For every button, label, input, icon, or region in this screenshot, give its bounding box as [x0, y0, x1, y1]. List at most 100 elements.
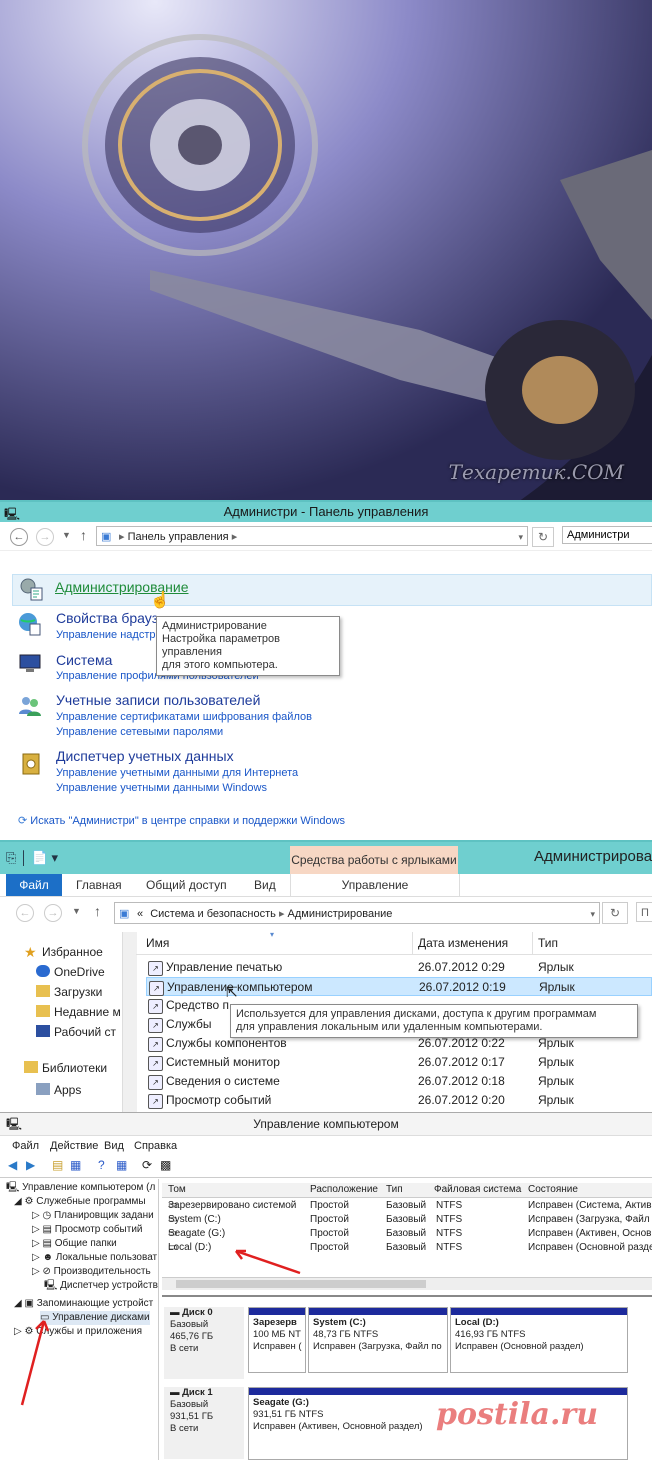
up-arrow-icon[interactable]: ↑ — [80, 527, 87, 543]
shortcut-icon: ↗ — [148, 1094, 163, 1109]
arrow-to-disk-management — [20, 1320, 46, 1406]
nav-downloads[interactable]: Загрузки — [36, 982, 102, 1002]
contextual-tab-header: Средства работы с ярлыками — [290, 846, 458, 874]
search-input[interactable] — [562, 526, 652, 544]
breadcrumb-system-security[interactable]: Система и безопасность — [150, 908, 276, 920]
arrow-to-local-d — [235, 1249, 301, 1275]
history-dropdown-icon[interactable]: ▼ — [72, 906, 81, 916]
address-bar[interactable]: ▣ ▸ Панель управления ▸ ▾ — [96, 526, 528, 546]
cp-item-link[interactable]: Управление сетевыми паролями — [56, 725, 223, 740]
tooltip-line: для управления локальным или удаленным к… — [236, 1021, 543, 1033]
forward-icon[interactable]: → — [36, 528, 54, 546]
libraries-icon — [24, 1061, 38, 1073]
cp-item-link[interactable]: Управление надстро — [56, 628, 162, 643]
admin-tooltip: Администрирование Настройка параметров у… — [156, 616, 340, 676]
address-dropdown-icon[interactable]: ▾ — [518, 527, 523, 547]
history-dropdown-icon[interactable]: ▼ — [62, 530, 71, 540]
up-arrow-icon[interactable]: ↑ — [94, 903, 101, 919]
tooltip-line: Настройка параметров управления — [162, 633, 280, 658]
help-search-link[interactable]: ⟳ Искать "Администри" в центре справки и… — [18, 814, 345, 827]
back-icon[interactable]: ← — [16, 904, 34, 922]
cp-item-title[interactable]: Диспетчер учетных данных — [56, 748, 234, 764]
tab-file[interactable]: Файл — [6, 874, 62, 896]
hero-image: Техаретик.СОМ — [0, 0, 652, 500]
mouse-cursor-icon: ⇱ — [226, 984, 238, 1000]
refresh-icon[interactable]: ↻ — [532, 527, 554, 547]
cp-item-title[interactable]: Учетные записи пользователей — [56, 692, 260, 708]
file-row[interactable]: ↗ Просмотр событий 26.07.2012 0:20 Ярлык — [146, 1091, 652, 1110]
address-toolbar: ← → ▼ ↑ ▣ ▸ Панель управления ▸ ▾ ↻ — [0, 522, 652, 551]
tooltip-line: Администрирование — [162, 620, 267, 632]
window-icon: 🖳 — [4, 507, 21, 521]
address-bar[interactable]: ▣ « Система и безопасность ▸ Администрир… — [114, 902, 600, 924]
shortcut-icon: ↗ — [148, 999, 163, 1014]
cp-item-title[interactable]: Свойства брауз — [56, 610, 158, 626]
nav-libraries[interactable]: Библиотеки — [24, 1058, 107, 1078]
tooltip-line: для этого компьютера. — [162, 659, 278, 671]
refresh-icon[interactable]: ↻ — [602, 902, 628, 924]
cp-item-link[interactable]: Управление учетными данными Windows — [56, 781, 267, 796]
explorer-window: ⎘ │ 📄 ▾ Средства работы с ярлыками Админ… — [0, 840, 652, 1114]
nav-scrollbar[interactable] — [122, 932, 137, 1114]
back-icon[interactable]: ← — [10, 528, 28, 546]
star-icon: ★ — [24, 944, 37, 960]
explorer-title: Администрирова — [534, 848, 652, 865]
tab-home[interactable]: Главная — [76, 874, 122, 896]
apps-icon — [36, 1083, 50, 1095]
computer-icon — [19, 654, 41, 672]
quick-access-toolbar-icons[interactable]: ⎘ │ 📄 ▾ — [6, 850, 58, 866]
hard-drive-illustration — [0, 0, 652, 500]
shortcut-icon: ↗ — [148, 1037, 163, 1052]
globe-icon — [19, 613, 41, 636]
tab-manage[interactable]: Управление — [290, 874, 460, 896]
sort-indicator-icon: ▾ — [270, 930, 275, 939]
cloud-icon — [36, 965, 50, 977]
shortcut-icon: ↗ — [148, 1056, 163, 1071]
control-panel-window: 🖳 Администри - Панель управления ← → ▼ ↑… — [0, 500, 652, 842]
cp-item-title[interactable]: Система — [56, 652, 112, 668]
file-row[interactable]: ↗ Сведения о системе 26.07.2012 0:18 Ярлык — [146, 1072, 652, 1091]
shortcut-icon: ↗ — [148, 1018, 163, 1033]
cp-item-administration[interactable]: Администрирование — [12, 574, 652, 606]
nav-recent[interactable]: Недавние м — [36, 1002, 121, 1022]
shortcut-tooltip: Используется для управления дисками, дос… — [230, 1004, 638, 1038]
column-divider — [412, 932, 413, 954]
nav-apps[interactable]: Apps — [36, 1080, 81, 1100]
file-row-selected[interactable]: ↗ Управление компьютером 26.07.2012 0:19 Яр… — [146, 977, 652, 996]
breadcrumb-control-panel[interactable]: Панель управления — [128, 531, 229, 543]
breadcrumb-overflow[interactable]: « — [137, 908, 143, 920]
window-title: Администри - Панель управления — [223, 504, 429, 519]
tooltip-line: Используется для управления дисками, дос… — [236, 1008, 597, 1020]
admin-tools-icon — [20, 578, 43, 601]
file-row[interactable]: ↗ Системный монитор 26.07.2012 0:17 Ярлык — [146, 1053, 652, 1072]
control-panel-icon: ▣ — [119, 908, 130, 920]
window-title-bar: 🖳 Администри - Панель управления — [0, 502, 652, 522]
navigation-pane: ★ Избранное OneDrive Загрузки Недавние м … — [0, 932, 122, 1114]
column-type[interactable]: Тип — [538, 936, 558, 950]
hero-watermark: Техаретик.СОМ — [448, 460, 624, 484]
cp-item-link[interactable]: Управление учетными данными для Интернет… — [56, 766, 298, 781]
help-link-text[interactable]: Искать "Администри" в центре справки и п… — [30, 815, 345, 827]
column-date[interactable]: Дата изменения — [418, 936, 508, 950]
forward-icon[interactable]: → — [44, 904, 62, 922]
shortcut-icon: ↗ — [148, 961, 163, 976]
shortcut-icon: ↗ — [148, 1075, 163, 1090]
nav-onedrive[interactable]: OneDrive — [36, 962, 105, 982]
shortcut-icon: ↗ — [149, 981, 164, 996]
column-name[interactable]: Имя — [146, 936, 169, 950]
cp-item-credential-manager[interactable]: Диспетчер учетных данных Управление учет… — [12, 748, 652, 796]
address-dropdown-icon[interactable]: ▾ — [590, 903, 595, 925]
cp-item-link[interactable]: Управление сертификатами шифрования файл… — [56, 710, 312, 725]
nav-favorites[interactable]: ★ Избранное — [24, 942, 103, 962]
search-box[interactable]: П — [636, 902, 652, 922]
hand-cursor-icon: ☝ — [150, 592, 170, 609]
tab-share[interactable]: Общий доступ — [146, 874, 227, 896]
file-row[interactable]: ↗ Управление печатью 26.07.2012 0:29 Ярлык — [146, 958, 652, 977]
tab-view[interactable]: Вид — [254, 874, 276, 896]
control-panel-icon: ▣ — [101, 531, 112, 543]
breadcrumb-administration[interactable]: Администрирование — [288, 908, 393, 920]
cp-item-user-accounts[interactable]: Учетные записи пользователей Управление … — [12, 692, 652, 740]
nav-desktop[interactable]: Рабочий ст — [36, 1022, 116, 1042]
column-header-row — [136, 932, 652, 955]
column-divider — [532, 932, 533, 954]
